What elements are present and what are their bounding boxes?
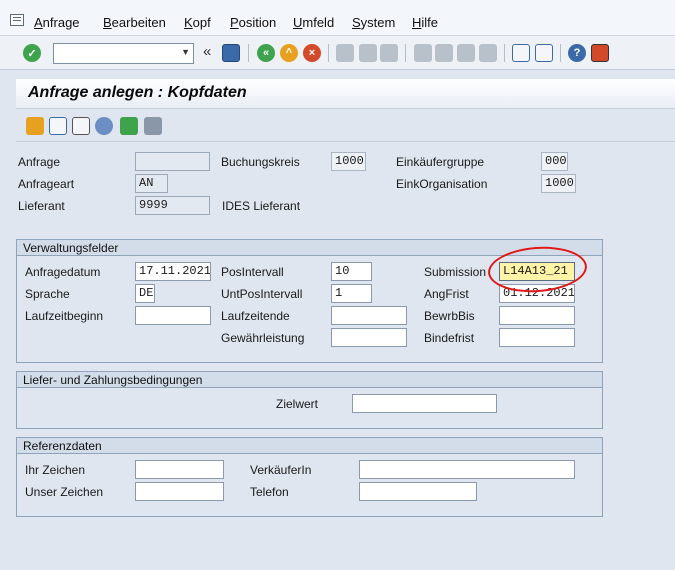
sprache-field[interactable]: DE [135, 284, 155, 303]
flag-icon[interactable] [120, 117, 138, 135]
layout-icon[interactable] [591, 44, 609, 62]
back-icon[interactable]: « [257, 44, 275, 62]
find-icon[interactable] [359, 44, 377, 62]
gewaehrleistung-label: Gewährleistung [221, 331, 305, 345]
laufzeitbeginn-label: Laufzeitbeginn [25, 309, 104, 323]
create-session-icon[interactable] [512, 44, 530, 62]
sprache-label: Sprache [25, 287, 70, 301]
previous-page-icon[interactable] [435, 44, 453, 62]
untposintervall-label: UntPosIntervall [221, 287, 303, 301]
buchungskreis-label: Buchungskreis [221, 155, 300, 169]
anfrageart-field[interactable]: AN [135, 174, 168, 193]
menu-position[interactable]: Position [230, 15, 276, 30]
untposintervall-field[interactable]: 1 [331, 284, 372, 303]
texts-icon[interactable] [72, 117, 90, 135]
referenzdaten-title: Referenzdaten [17, 438, 602, 454]
gewaehrleistung-field[interactable] [331, 328, 407, 347]
menu-hilfe[interactable]: Hilfe [412, 15, 438, 30]
laufzeitende-field[interactable] [331, 306, 407, 325]
history-back-icon[interactable]: « [203, 43, 211, 60]
menu-kopf[interactable]: Kopf [184, 15, 211, 30]
menu-bar: Anfrage Bearbeiten Kopf Position Umfeld … [0, 0, 675, 36]
posintervall-field[interactable]: 10 [331, 262, 372, 281]
edit-icon[interactable] [49, 117, 67, 135]
verkaeuferin-field[interactable] [359, 460, 575, 479]
title-bar: Anfrage anlegen : Kopfdaten [16, 79, 675, 109]
print-icon[interactable] [144, 117, 162, 135]
posintervall-label: PosIntervall [221, 265, 284, 279]
menu-umfeld[interactable]: Umfeld [293, 15, 334, 30]
bewrbbis-field[interactable] [499, 306, 575, 325]
menu-system[interactable]: System [352, 15, 395, 30]
toolbar-separator [560, 44, 561, 62]
bindefrist-label: Bindefrist [424, 331, 475, 345]
liefer-zahlung-title: Liefer- und Zahlungsbedingungen [17, 372, 602, 388]
submission-label: Submission [424, 265, 487, 279]
telefon-field[interactable] [359, 482, 477, 501]
application-toolbar [16, 112, 675, 140]
sap-menu-icon[interactable] [10, 14, 24, 26]
save-icon[interactable] [222, 44, 240, 62]
buchungskreis-field[interactable]: 1000 [331, 152, 366, 171]
unser-zeichen-label: Unser Zeichen [25, 485, 104, 499]
menu-anfrage[interactable]: Anfrage [34, 15, 80, 30]
next-page-icon[interactable] [457, 44, 475, 62]
overview-icon[interactable] [26, 117, 44, 135]
einkorganisation-field[interactable]: 1000 [541, 174, 576, 193]
anfragedatum-field[interactable]: 17.11.2021 [135, 262, 211, 281]
toolbar-separator [248, 44, 249, 62]
command-dropdown-icon[interactable]: ▼ [181, 47, 190, 57]
exit-icon[interactable]: ^ [280, 44, 298, 62]
cancel-icon[interactable]: × [303, 44, 321, 62]
anfrage-label: Anfrage [18, 155, 61, 169]
unser-zeichen-field[interactable] [135, 482, 224, 501]
einkaeufergruppe-field[interactable]: 000 [541, 152, 568, 171]
einkaeufergruppe-label: Einkäufergruppe [396, 155, 485, 169]
print-icon[interactable] [336, 44, 354, 62]
ihr-zeichen-label: Ihr Zeichen [25, 463, 86, 477]
verkaeuferin-label: VerkäuferIn [250, 463, 312, 477]
standard-toolbar: ✓ ▼ « « ^ × ? [0, 36, 675, 70]
help-icon[interactable]: ? [568, 44, 586, 62]
lieferant-label: Lieferant [18, 199, 65, 213]
bindefrist-field[interactable] [499, 328, 575, 347]
command-field[interactable]: ▼ [53, 43, 194, 64]
laufzeitbeginn-field[interactable] [135, 306, 211, 325]
anfragedatum-label: Anfragedatum [25, 265, 101, 279]
einkorganisation-label: EinkOrganisation [396, 177, 488, 191]
anfrage-field[interactable] [135, 152, 210, 171]
lieferant-field[interactable]: 9999 [135, 196, 210, 215]
find-next-icon[interactable] [380, 44, 398, 62]
zielwert-field[interactable] [352, 394, 497, 413]
laufzeitende-label: Laufzeitende [221, 309, 290, 323]
page-title: Anfrage anlegen : Kopfdaten [28, 84, 247, 101]
toolbar-separator [405, 44, 406, 62]
zielwert-label: Zielwert [276, 397, 319, 411]
telefon-label: Telefon [250, 485, 289, 499]
first-page-icon[interactable] [414, 44, 432, 62]
ihr-zeichen-field[interactable] [135, 460, 224, 479]
toolbar-separator [328, 44, 329, 62]
lieferant-name: IDES Lieferant [222, 199, 301, 213]
bewrbbis-label: BewrbBis [424, 309, 475, 323]
menu-bearbeiten[interactable]: Bearbeiten [103, 15, 166, 30]
last-page-icon[interactable] [479, 44, 497, 62]
check-icon[interactable]: ✓ [23, 44, 41, 62]
shortcut-icon[interactable] [535, 44, 553, 62]
toolbar-separator [504, 44, 505, 62]
anfrageart-label: Anfrageart [18, 177, 75, 191]
angfrist-label: AngFrist [424, 287, 469, 301]
partners-icon[interactable] [95, 117, 113, 135]
